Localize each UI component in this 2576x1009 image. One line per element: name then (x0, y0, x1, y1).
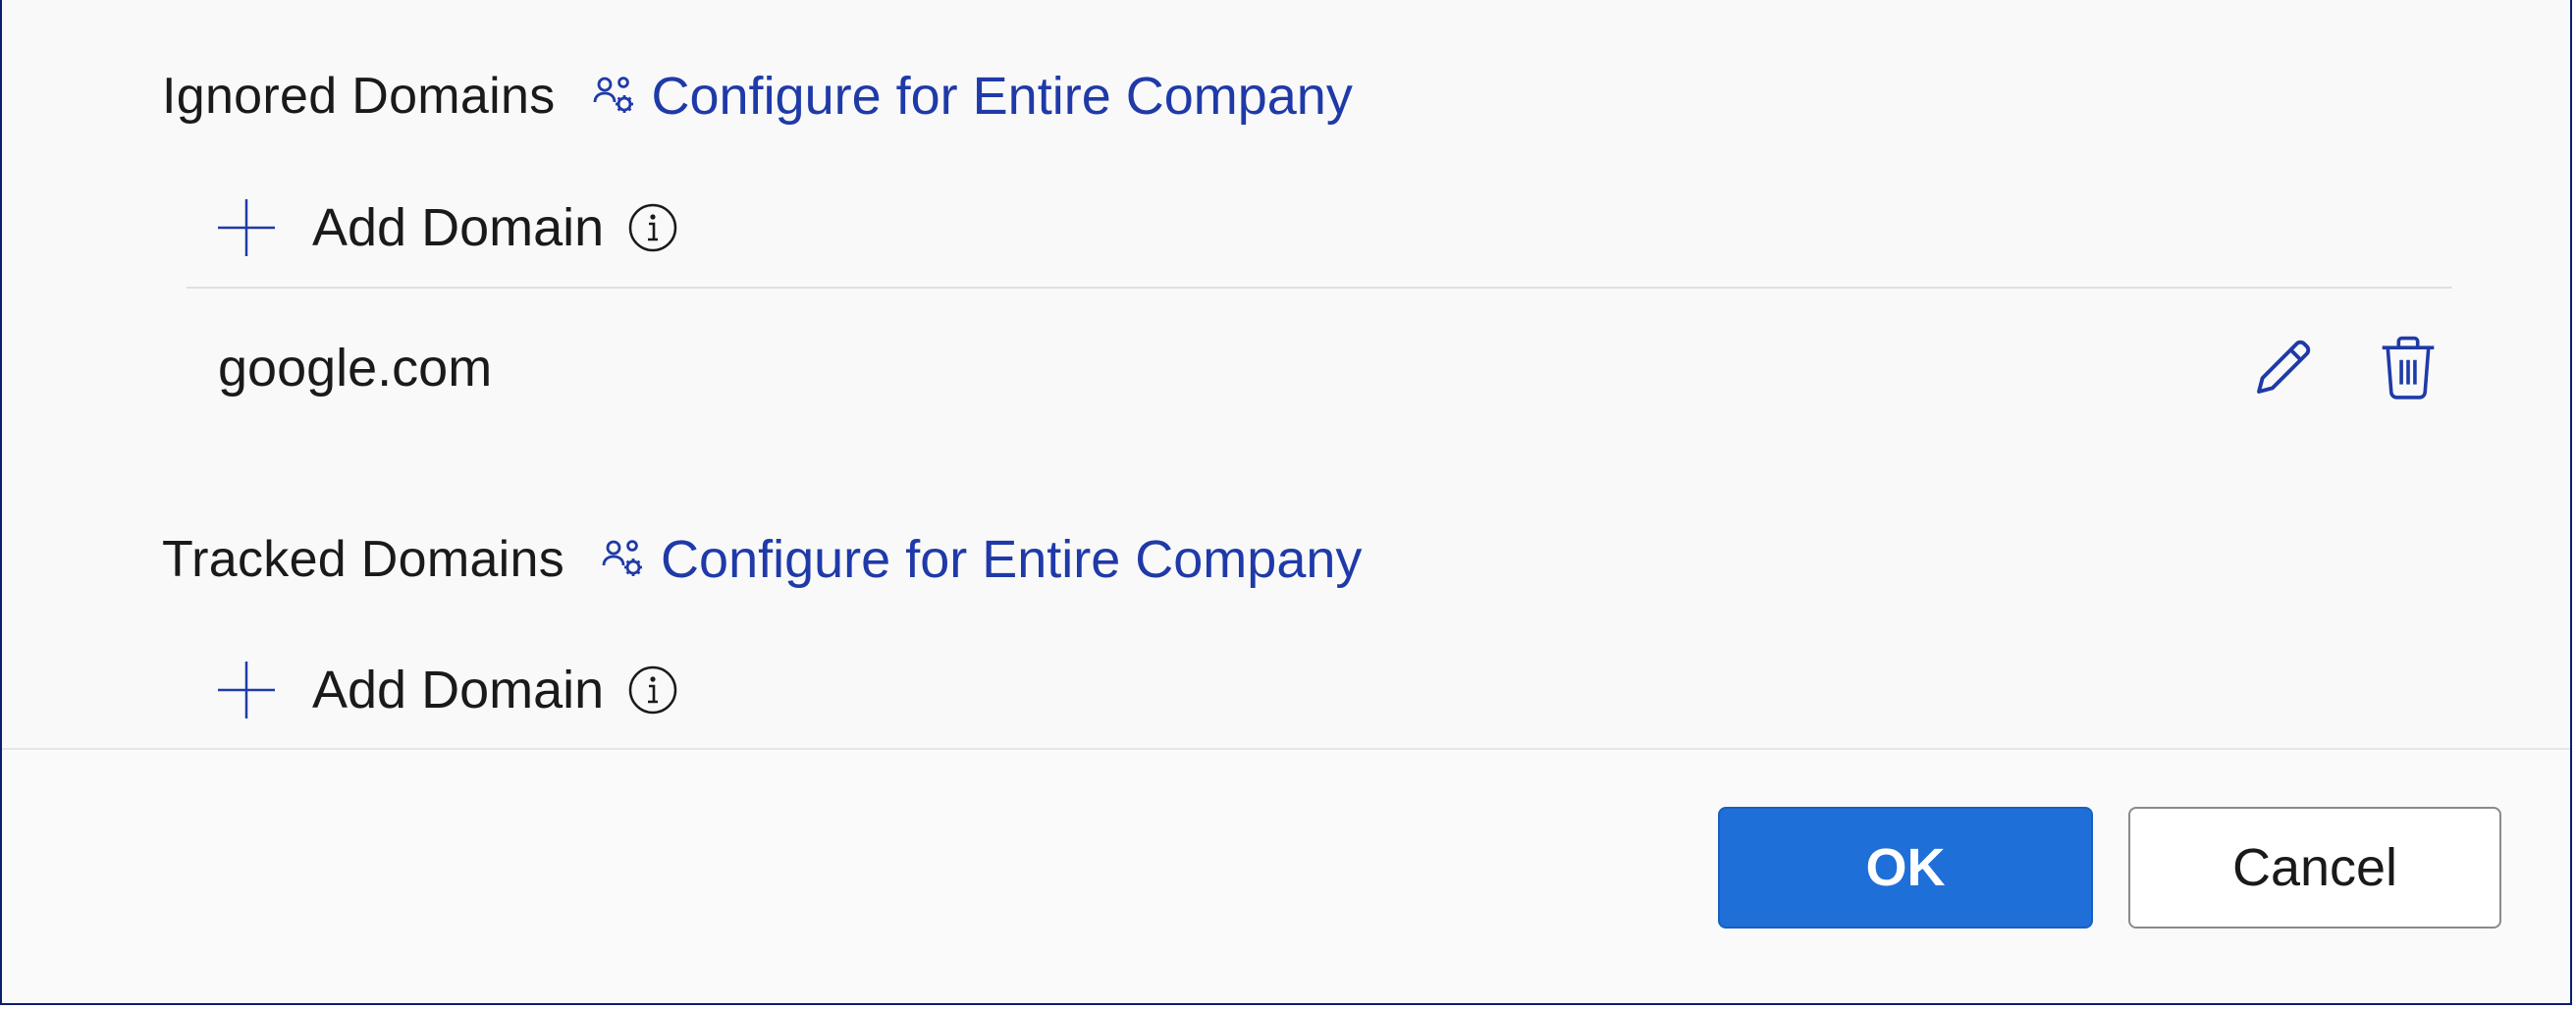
tracked-add-domain-row[interactable]: Add Domain (216, 646, 678, 734)
info-icon[interactable] (627, 202, 678, 253)
tracked-add-domain-label: Add Domain (312, 661, 605, 719)
info-icon[interactable] (627, 664, 678, 716)
ignored-domains-title: Ignored Domains (162, 68, 556, 125)
plus-icon (218, 662, 275, 718)
cancel-button[interactable]: Cancel (2128, 807, 2501, 929)
trash-icon (2382, 336, 2435, 399)
domain-name: google.com (218, 339, 493, 398)
delete-domain-button[interactable] (2364, 324, 2452, 412)
people-gear-icon (602, 540, 643, 576)
tracked-domains-title: Tracked Domains (162, 531, 565, 588)
ignored-configure-company-link[interactable]: Configure for Entire Company (591, 66, 1353, 127)
ignored-configure-company-label: Configure for Entire Company (651, 67, 1353, 126)
ignored-domains-header: Ignored Domains Configure for Entire Com… (162, 57, 1353, 135)
domains-dialog: Ignored Domains Configure for Entire Com… (0, 0, 2572, 1005)
ignored-divider (187, 287, 2452, 289)
tracked-configure-company-label: Configure for Entire Company (661, 530, 1363, 589)
edit-domain-button[interactable] (2238, 324, 2327, 412)
ignored-add-domain-label: Add Domain (312, 198, 605, 257)
ok-button[interactable]: OK (1718, 807, 2093, 929)
tracked-configure-company-link[interactable]: Configure for Entire Company (600, 529, 1362, 590)
domain-row: google.com (187, 299, 2452, 437)
people-gear-icon (593, 77, 633, 113)
plus-icon (218, 199, 275, 256)
tracked-domains-header: Tracked Domains Configure for Entire Com… (162, 520, 1362, 599)
ignored-add-domain-row[interactable]: Add Domain (216, 184, 678, 272)
pencil-icon (2257, 340, 2311, 394)
dialog-footer: OK Cancel (2, 748, 2570, 1003)
